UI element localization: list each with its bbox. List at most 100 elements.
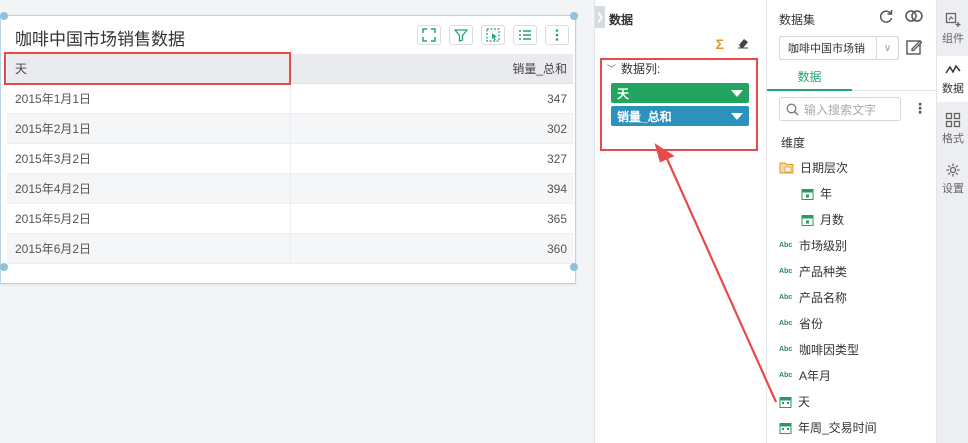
field-label: 日期层次: [800, 161, 849, 175]
fullscreen-icon: [422, 28, 436, 42]
resize-handle-bl[interactable]: [0, 263, 8, 271]
cell-value: 360: [546, 241, 567, 256]
settings-icon: [946, 163, 960, 177]
dataset-select-value: 咖啡中国市场销: [788, 43, 865, 55]
data-table: 天 销量_总和 2015年1月1日 347 2015年2月1日 302 2015年3…: [7, 54, 573, 264]
annotation-box-columns: [600, 58, 758, 151]
abc-icon: Abc: [779, 294, 793, 301]
rail-item-data[interactable]: 数据: [937, 56, 968, 102]
rail-label: 数据: [942, 83, 964, 95]
abc-icon: Abc: [779, 242, 793, 249]
field-item[interactable]: 日期层次: [779, 159, 848, 176]
dataset-select[interactable]: 咖啡中国市场销 ∨: [779, 36, 899, 60]
resize-handle-tr[interactable]: [570, 12, 578, 20]
canvas-area: 咖啡中国市场销售数据 天 销量_总和 2015年1月1日 347 2015年2月…: [0, 0, 594, 443]
rail-label: 组件: [942, 33, 964, 45]
calendar-icon: [801, 214, 814, 226]
more-vertical-icon: [555, 29, 559, 41]
folder-calendar-icon: [779, 162, 794, 174]
cell-date: 2015年4月2日: [7, 174, 291, 203]
abc-icon: Abc: [779, 372, 793, 379]
list-icon: [519, 30, 531, 40]
eraser-icon[interactable]: [736, 36, 750, 50]
cell-value: 394: [546, 181, 567, 196]
more-button[interactable]: [545, 25, 569, 45]
field-item[interactable]: Abc 咖啡因类型: [779, 341, 859, 358]
table-row[interactable]: 2015年6月2日 360: [7, 234, 573, 264]
cell-value: 365: [546, 211, 567, 226]
column-header-sales[interactable]: 销量_总和: [291, 60, 573, 77]
field-label: 月数: [820, 213, 845, 227]
calendar-icon: [779, 396, 792, 408]
rail-item-settings[interactable]: 设置: [937, 160, 968, 204]
data-panel-title: 数据: [609, 13, 634, 27]
field-item[interactable]: Abc 市场级别: [779, 237, 847, 254]
cell-date: 2015年1月1日: [7, 84, 291, 113]
rail-label: 格式: [942, 133, 964, 145]
edit-icon[interactable]: [905, 38, 923, 56]
field-label: 年周_交易时间: [798, 421, 877, 435]
rail-label: 设置: [942, 183, 964, 195]
abc-icon: Abc: [779, 320, 793, 327]
field-label: 年: [820, 187, 833, 201]
field-item[interactable]: Abc 产品名称: [779, 289, 847, 306]
field-label: 省份: [799, 317, 824, 331]
dataset-panel: 数据集 咖啡中国市场销 ∨ 数据 输入搜索文字 ⋮ 维度 日期层次 年 月数 A…: [766, 0, 937, 443]
filter-button[interactable]: [449, 25, 473, 45]
resize-handle-br[interactable]: [570, 263, 578, 271]
sigma-icon[interactable]: Σ: [716, 36, 724, 52]
field-item[interactable]: Abc 省份: [779, 315, 823, 332]
rail-item-format[interactable]: 格式: [937, 108, 968, 152]
field-label: 天: [798, 395, 811, 409]
search-placeholder: 输入搜索文字: [804, 102, 877, 117]
search-icon: [786, 103, 799, 115]
resize-handle-tl[interactable]: [0, 12, 8, 20]
data-panel: ❯ 数据 Σ ﹀ 数据列: 天 销量_总和: [594, 0, 766, 443]
field-item[interactable]: Abc 产品种类: [779, 263, 847, 280]
calendar-icon: [801, 188, 814, 200]
field-item[interactable]: Abc A年月: [779, 367, 831, 384]
select-icon: [486, 28, 500, 42]
field-label: 咖啡因类型: [799, 343, 860, 357]
fullscreen-button[interactable]: [417, 25, 441, 45]
refresh-icon[interactable]: [878, 8, 894, 24]
field-item[interactable]: 月数: [801, 211, 844, 228]
right-rail: 组件 数据 格式 设置: [936, 0, 968, 443]
widget-title: 咖啡中国市场销售数据: [15, 30, 185, 50]
search-input[interactable]: 输入搜索文字: [779, 97, 901, 121]
cell-date: 2015年6月2日: [7, 234, 291, 263]
component-icon: [945, 12, 961, 27]
tab-divider: [852, 90, 937, 91]
field-label: 产品名称: [799, 291, 848, 305]
table-row[interactable]: 2015年1月1日 347: [7, 84, 573, 114]
dataset-top-icons: [878, 8, 924, 24]
cell-value: 302: [546, 121, 567, 136]
cell-date: 2015年3月2日: [7, 144, 291, 173]
field-item[interactable]: 年: [801, 185, 832, 202]
cell-date: 2015年5月2日: [7, 204, 291, 233]
tab-data[interactable]: 数据: [767, 63, 852, 91]
dataset-panel-title: 数据集: [779, 13, 816, 27]
field-label: 产品种类: [799, 265, 848, 279]
cell-value: 327: [546, 151, 567, 166]
table-row[interactable]: 2015年2月1日 302: [7, 114, 573, 144]
widget-toolbar: [417, 25, 569, 45]
field-label: A年月: [799, 369, 832, 383]
table-row[interactable]: 2015年4月2日 394: [7, 174, 573, 204]
field-item[interactable]: 天: [779, 393, 810, 410]
field-item[interactable]: 年周_交易时间: [779, 419, 877, 436]
data-panel-icons: Σ: [716, 36, 750, 52]
dimension-label: 维度: [781, 136, 806, 150]
collapse-arrow-icon[interactable]: ❯: [595, 6, 605, 28]
table-row[interactable]: 2015年5月2日 365: [7, 204, 573, 234]
more-vertical-icon[interactable]: ⋮: [913, 100, 927, 117]
select-button[interactable]: [481, 25, 505, 45]
cell-value: 347: [546, 91, 567, 106]
filter-icon: [454, 29, 468, 42]
dataset-link-icon[interactable]: [904, 8, 924, 24]
chevron-down-icon[interactable]: ∨: [876, 37, 898, 59]
format-icon: [945, 112, 961, 128]
table-row[interactable]: 2015年3月2日 327: [7, 144, 573, 174]
list-button[interactable]: [513, 25, 537, 45]
rail-item-component[interactable]: 组件: [937, 8, 968, 52]
